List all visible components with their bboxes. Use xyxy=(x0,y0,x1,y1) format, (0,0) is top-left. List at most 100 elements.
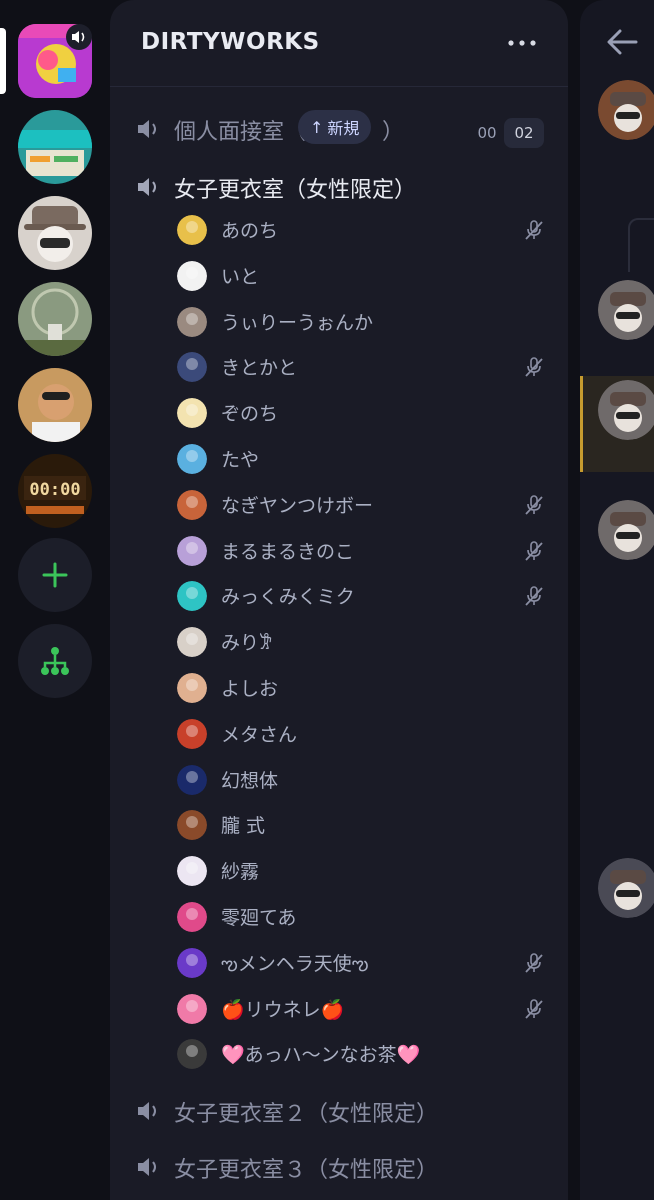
avatar xyxy=(177,260,207,291)
hat-character-avatar[interactable] xyxy=(598,380,654,440)
member-name: みり𐦂 xyxy=(221,632,273,655)
member-name: 朧 式 xyxy=(221,815,266,838)
back-arrow-icon[interactable] xyxy=(606,28,638,56)
avatar xyxy=(177,810,207,841)
mic-muted-icon xyxy=(523,540,545,562)
server-icon-staff[interactable] xyxy=(18,110,92,184)
add-server-button[interactable] xyxy=(18,538,92,612)
member-name: いと xyxy=(221,265,260,288)
server-directory-icon xyxy=(41,647,69,675)
voice-member-row[interactable]: たや xyxy=(110,439,568,479)
channel-name: 女子更衣室２（女性限定） xyxy=(174,1102,439,1127)
member-name: みっくみくミク xyxy=(221,586,355,609)
voice-member-row[interactable]: メタさん xyxy=(110,714,568,754)
voice-member-row[interactable]: いと xyxy=(110,256,568,296)
avatar xyxy=(177,581,207,612)
voice-member-row[interactable]: ఌメンヘラ天使ఌ xyxy=(110,943,568,983)
speaker-active-icon xyxy=(66,24,92,50)
avatar xyxy=(177,215,207,245)
member-name: メタさん xyxy=(221,723,298,746)
voice-member-row[interactable]: あのち xyxy=(110,210,568,250)
voice-member-row[interactable]: よしお xyxy=(110,668,568,708)
speaker-icon xyxy=(138,1158,156,1176)
member-name: ぞのち xyxy=(221,403,279,426)
voice-member-row[interactable]: 朧 式 xyxy=(110,805,568,845)
server-icon-ferris-wheel[interactable] xyxy=(18,282,92,356)
explore-servers-button[interactable] xyxy=(18,624,92,698)
user-photo-avatar[interactable] xyxy=(598,858,654,918)
voice-channel[interactable]: 女子更衣室（女性限定） xyxy=(110,164,568,210)
clock-display-server-icon: 00:00 xyxy=(18,454,92,528)
member-name: 🩷あっハ〜ンなお茶🩷 xyxy=(221,1044,421,1067)
voice-member-row[interactable]: まるまるきのこ xyxy=(110,531,568,571)
voice-member-row[interactable]: ぞのち xyxy=(110,393,568,433)
voice-channel[interactable]: 個人面接室（） ↑ 新規 00 02 xyxy=(110,106,568,152)
plus-icon xyxy=(42,562,68,588)
avatar xyxy=(177,627,207,658)
avatar xyxy=(177,1039,207,1070)
member-name: うぃりーうぉんか xyxy=(221,311,374,334)
mic-muted-icon xyxy=(523,219,545,241)
speaker-icon xyxy=(138,178,156,196)
arrow-up-icon: ↑ xyxy=(310,117,324,137)
voice-member-row[interactable]: きとかと xyxy=(110,347,568,387)
member-name: よしお xyxy=(221,678,279,700)
member-name: まるまるきのこ xyxy=(221,540,355,563)
mic-muted-icon xyxy=(523,494,545,516)
voice-member-row[interactable]: 幻想体 xyxy=(110,760,568,800)
channel-name: 女子更衣室３（女性限定） xyxy=(174,1158,439,1183)
member-name: 幻想体 xyxy=(221,769,279,792)
member-name: あのち xyxy=(221,220,279,242)
member-name: 🍎リウネレ🍎 xyxy=(221,998,345,1021)
server-icon-person[interactable] xyxy=(18,368,92,442)
channel-name: 女子更衣室（女性限定） xyxy=(174,178,417,203)
server-icon-hat-character[interactable] xyxy=(18,196,92,270)
avatar xyxy=(177,352,207,383)
voice-member-row[interactable]: みっくみくミク xyxy=(110,576,568,616)
avatar xyxy=(177,489,207,520)
mic-muted-icon xyxy=(523,998,545,1020)
server-icon-clock[interactable]: 00:00 xyxy=(18,454,92,528)
new-messages-pill[interactable]: ↑ 新規 xyxy=(298,110,372,144)
user-limit: 02 xyxy=(504,118,544,148)
voice-member-row[interactable]: うぃりーうぉんか xyxy=(110,302,568,342)
avatar xyxy=(177,673,207,703)
mic-muted-icon xyxy=(523,585,545,607)
voice-member-row[interactable]: 紗霧 xyxy=(110,851,568,891)
speaker-icon xyxy=(138,1102,156,1120)
avatar xyxy=(177,993,207,1024)
voice-member-row[interactable]: なぎヤンつけボー xyxy=(110,485,568,525)
server-rail: 00:00 xyxy=(0,0,110,1200)
person-photo-server-icon xyxy=(18,368,92,442)
ferris-wheel-server-icon xyxy=(18,282,92,356)
avatar xyxy=(177,947,207,978)
user-count: 00 xyxy=(477,124,497,142)
member-name: ఌメンヘラ天使ఌ xyxy=(221,952,369,975)
avatar xyxy=(177,764,207,795)
hat-character-avatar[interactable] xyxy=(598,500,654,560)
staff-server-icon xyxy=(18,110,92,184)
hat-character-avatar[interactable] xyxy=(598,80,654,140)
member-name: 零廻てあ xyxy=(221,907,297,929)
reply-connector xyxy=(628,218,654,272)
mic-muted-icon xyxy=(523,356,545,378)
selected-server-indicator xyxy=(0,28,6,94)
chat-panel xyxy=(580,0,654,1200)
voice-member-row[interactable]: みり𐦂 xyxy=(110,622,568,662)
voice-member-row[interactable]: 🩷あっハ〜ンなお茶🩷 xyxy=(110,1034,568,1074)
hat-character-avatar[interactable] xyxy=(598,280,654,340)
mic-muted-icon xyxy=(523,952,545,974)
channel-panel: DIRTYWORKS 個人面接室（） ↑ 新規 00 02 女子更衣室（女性限定）… xyxy=(110,0,568,1200)
voice-channel[interactable]: 女子更衣室３（女性限定） xyxy=(110,1144,568,1190)
voice-channel[interactable]: 女子更衣室２（女性限定） xyxy=(110,1088,568,1134)
voice-member-row[interactable]: 🍎リウネレ🍎 xyxy=(110,989,568,1029)
avatar xyxy=(177,718,207,749)
more-options-button[interactable] xyxy=(504,30,540,56)
member-name: 紗霧 xyxy=(221,861,260,884)
member-name: たや xyxy=(221,449,260,471)
more-dots-icon xyxy=(508,40,536,46)
server-name: DIRTYWORKS xyxy=(141,29,320,55)
voice-member-row[interactable]: 零廻てあ xyxy=(110,897,568,937)
server-header[interactable]: DIRTYWORKS xyxy=(110,0,568,87)
avatar xyxy=(177,306,207,337)
